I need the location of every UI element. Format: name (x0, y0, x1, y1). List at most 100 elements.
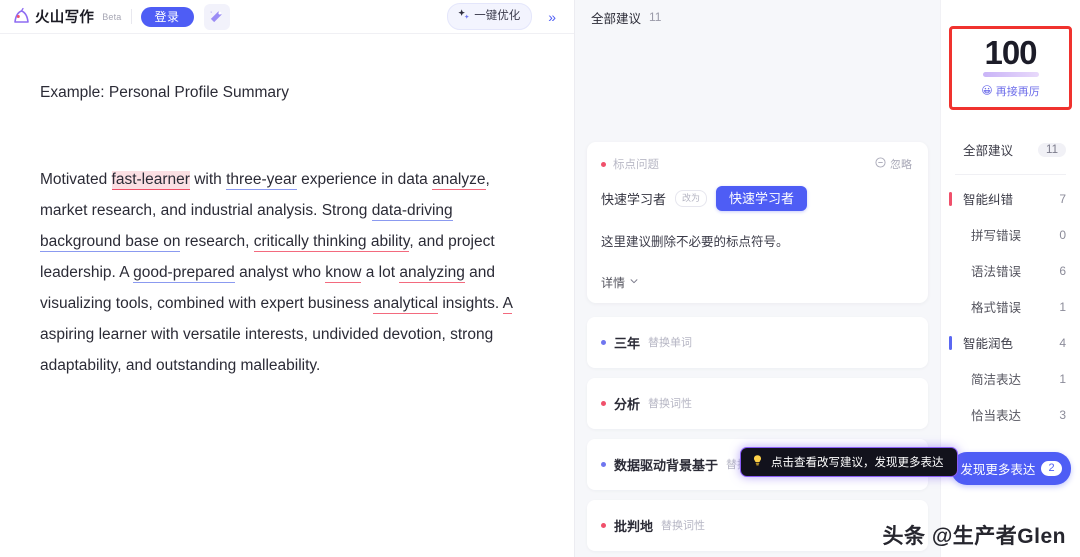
document-marked-run[interactable]: critically thinking ability (253, 232, 410, 252)
login-button[interactable]: 登录 (140, 6, 194, 27)
suggestions-header: 全部建议 11 (575, 0, 940, 34)
discover-more-label: 发现更多表达 (960, 463, 1036, 477)
suggestion-details-toggle[interactable]: 详情 (601, 274, 912, 291)
suggestion-description: 这里建议删除不必要的标点符号。 (601, 235, 789, 249)
score-underline-decoration (982, 71, 1039, 77)
document-marked-run[interactable]: know (325, 263, 362, 283)
nav-item-all-suggestions[interactable]: 全部建议 11 (941, 132, 1080, 168)
nav-group-marker (949, 335, 952, 350)
chevron-down-icon (629, 275, 639, 289)
document-marked-run[interactable]: analytical (373, 294, 439, 314)
watermark: 头条 @生产者Glen (882, 525, 1066, 548)
nav-subitem-label: 恰当表达 (971, 409, 1022, 424)
minus-circle-icon (875, 157, 886, 171)
nav-subitem-count: 3 (1059, 407, 1066, 422)
document-text-run: insights. (438, 294, 503, 312)
suggestion-rows: 三年 替换单词 分析 替换词性 数据驱动背景基于 替换 批判地 替换词性 (587, 316, 928, 551)
nav-group-label: 智能润色 (963, 337, 1014, 352)
nav-subitem-count: 6 (1059, 263, 1066, 278)
document-area[interactable]: Example: Personal Profile Summary Motiva… (0, 34, 574, 557)
smiley-icon: 😀 (981, 85, 993, 98)
suggestion-row-action: 替换词性 (648, 398, 693, 411)
ignore-label: 忽略 (890, 159, 912, 171)
severity-dot-icon (601, 522, 606, 528)
nav-subitem[interactable]: 格式错误 1 (941, 289, 1080, 325)
lightbulb-icon (751, 454, 764, 470)
document-marked-run[interactable]: analyzing (399, 263, 465, 283)
replacement-row: 快速学习者 改为 快速学习者 (601, 186, 912, 211)
nav-list: 全部建议 11 智能纠错 7 拼写错误 0 语法错误 6 格式错误 1 智能润色 4 简洁表达 1 恰当表达… (941, 132, 1080, 433)
document-text-run: research, (180, 232, 254, 250)
brand-name: 火山写作 (35, 10, 95, 26)
change-to-pill: 改为 (675, 190, 708, 207)
nav-subitem-label: 格式错误 (971, 301, 1022, 316)
nav-subitem[interactable]: 简洁表达 1 (941, 361, 1080, 397)
suggestion-row[interactable]: 批判地 替换词性 (587, 499, 928, 551)
document-title: Example: Personal Profile Summary (40, 84, 289, 101)
document-text-run: Motivated (40, 170, 112, 188)
document-text-run: aspiring learner with versatile interest… (40, 325, 494, 374)
brand-logo[interactable]: 火山写作 Beta (12, 6, 122, 27)
nav-group-marker (949, 191, 952, 206)
document-text-run: experience in data (296, 170, 433, 188)
magic-wand-icon[interactable] (203, 3, 230, 30)
score-value: 100 (984, 34, 1037, 71)
ignore-button[interactable]: 忽略 (875, 156, 912, 172)
nav-subitem-count: 1 (1059, 371, 1066, 386)
nav-group-count: 7 (1059, 191, 1066, 206)
document-marked-run[interactable]: fast-learner (111, 170, 190, 190)
hint-tooltip-text: 点击查看改写建议，发现更多表达 (771, 457, 944, 469)
nav-pane: 100 😀 再接再厉 全部建议 11 智能纠错 7 拼写错误 0 语法错误 6 格式错误 1 智能润… (940, 0, 1080, 557)
discover-more-button[interactable]: 发现更多表达 2 (951, 452, 1071, 485)
document-body[interactable]: Motivated fast-learner with three-year e… (40, 164, 530, 381)
editor-pane: 火山写作 Beta 登录 一键优化 » Example: Personal Pr… (0, 0, 575, 557)
apply-suggestion-button[interactable]: 快速学习者 (716, 186, 808, 211)
nav-item-count: 11 (1038, 142, 1066, 157)
nav-item-label: 全部建议 (963, 144, 1014, 159)
suggestion-card-header: 标点问题 忽略 (601, 156, 912, 172)
nav-group-polish[interactable]: 智能润色 4 (941, 325, 1080, 361)
discover-more-count: 2 (1041, 461, 1062, 476)
suggestion-type-label: 标点问题 (613, 159, 659, 171)
suggestion-row[interactable]: 分析 替换词性 (587, 377, 928, 429)
original-word: 快速学习者 (601, 192, 667, 207)
document-text-run: a lot (361, 263, 400, 281)
beta-badge: Beta (102, 11, 122, 22)
nav-subitem-label: 拼写错误 (971, 229, 1022, 244)
suggestion-row-word: 批判地 (614, 518, 654, 534)
nav-group-correction[interactable]: 智能纠错 7 (941, 181, 1080, 217)
suggestions-header-label: 全部建议 (591, 11, 642, 26)
nav-subitem-label: 简洁表达 (971, 373, 1022, 388)
nav-subitem[interactable]: 拼写错误 0 (941, 217, 1080, 253)
document-marked-run[interactable]: A (502, 294, 513, 314)
document-marked-run[interactable]: analyze (432, 170, 486, 190)
nav-subitem-count: 0 (1059, 227, 1066, 242)
suggestion-row-action: 替换单词 (648, 337, 693, 350)
nav-subitem[interactable]: 语法错误 6 (941, 253, 1080, 289)
nav-subitem-label: 语法错误 (971, 265, 1022, 280)
suggestions-header-count: 11 (649, 10, 662, 24)
details-label: 详情 (601, 275, 626, 290)
app-topbar: 火山写作 Beta 登录 一键优化 » (0, 0, 574, 34)
expand-panel-icon[interactable]: » (544, 8, 560, 26)
suggestion-row-word: 三年 (614, 335, 641, 351)
severity-dot-icon (601, 400, 606, 406)
topbar-divider (130, 9, 132, 24)
document-marked-run[interactable]: good-prepared (133, 263, 235, 283)
score-caption-label: 再接再厉 (995, 85, 1040, 98)
hint-tooltip: 点击查看改写建议，发现更多表达 (740, 447, 958, 477)
score-card: 100 😀 再接再厉 (949, 26, 1072, 110)
suggestion-row-action: 替换词性 (661, 520, 706, 533)
suggestion-row[interactable]: 三年 替换单词 (587, 316, 928, 368)
one-click-optimize-button[interactable]: 一键优化 (447, 3, 533, 30)
document-marked-run[interactable]: three-year (226, 170, 297, 190)
nav-divider (955, 173, 1066, 175)
optimize-label: 一键优化 (474, 9, 521, 22)
severity-dot-icon (601, 161, 606, 167)
sparkle-icon (457, 8, 470, 25)
suggestion-card[interactable]: 标点问题 忽略 快速学习者 改为 快速学习者 这里建议删除不必要的标点符号。 详… (587, 142, 928, 303)
nav-subitem[interactable]: 恰当表达 3 (941, 397, 1080, 433)
nav-group-count: 4 (1059, 335, 1066, 350)
app-root: 火山写作 Beta 登录 一键优化 » Example: Personal Pr… (0, 0, 1080, 557)
nav-subitem-count: 1 (1059, 299, 1066, 314)
